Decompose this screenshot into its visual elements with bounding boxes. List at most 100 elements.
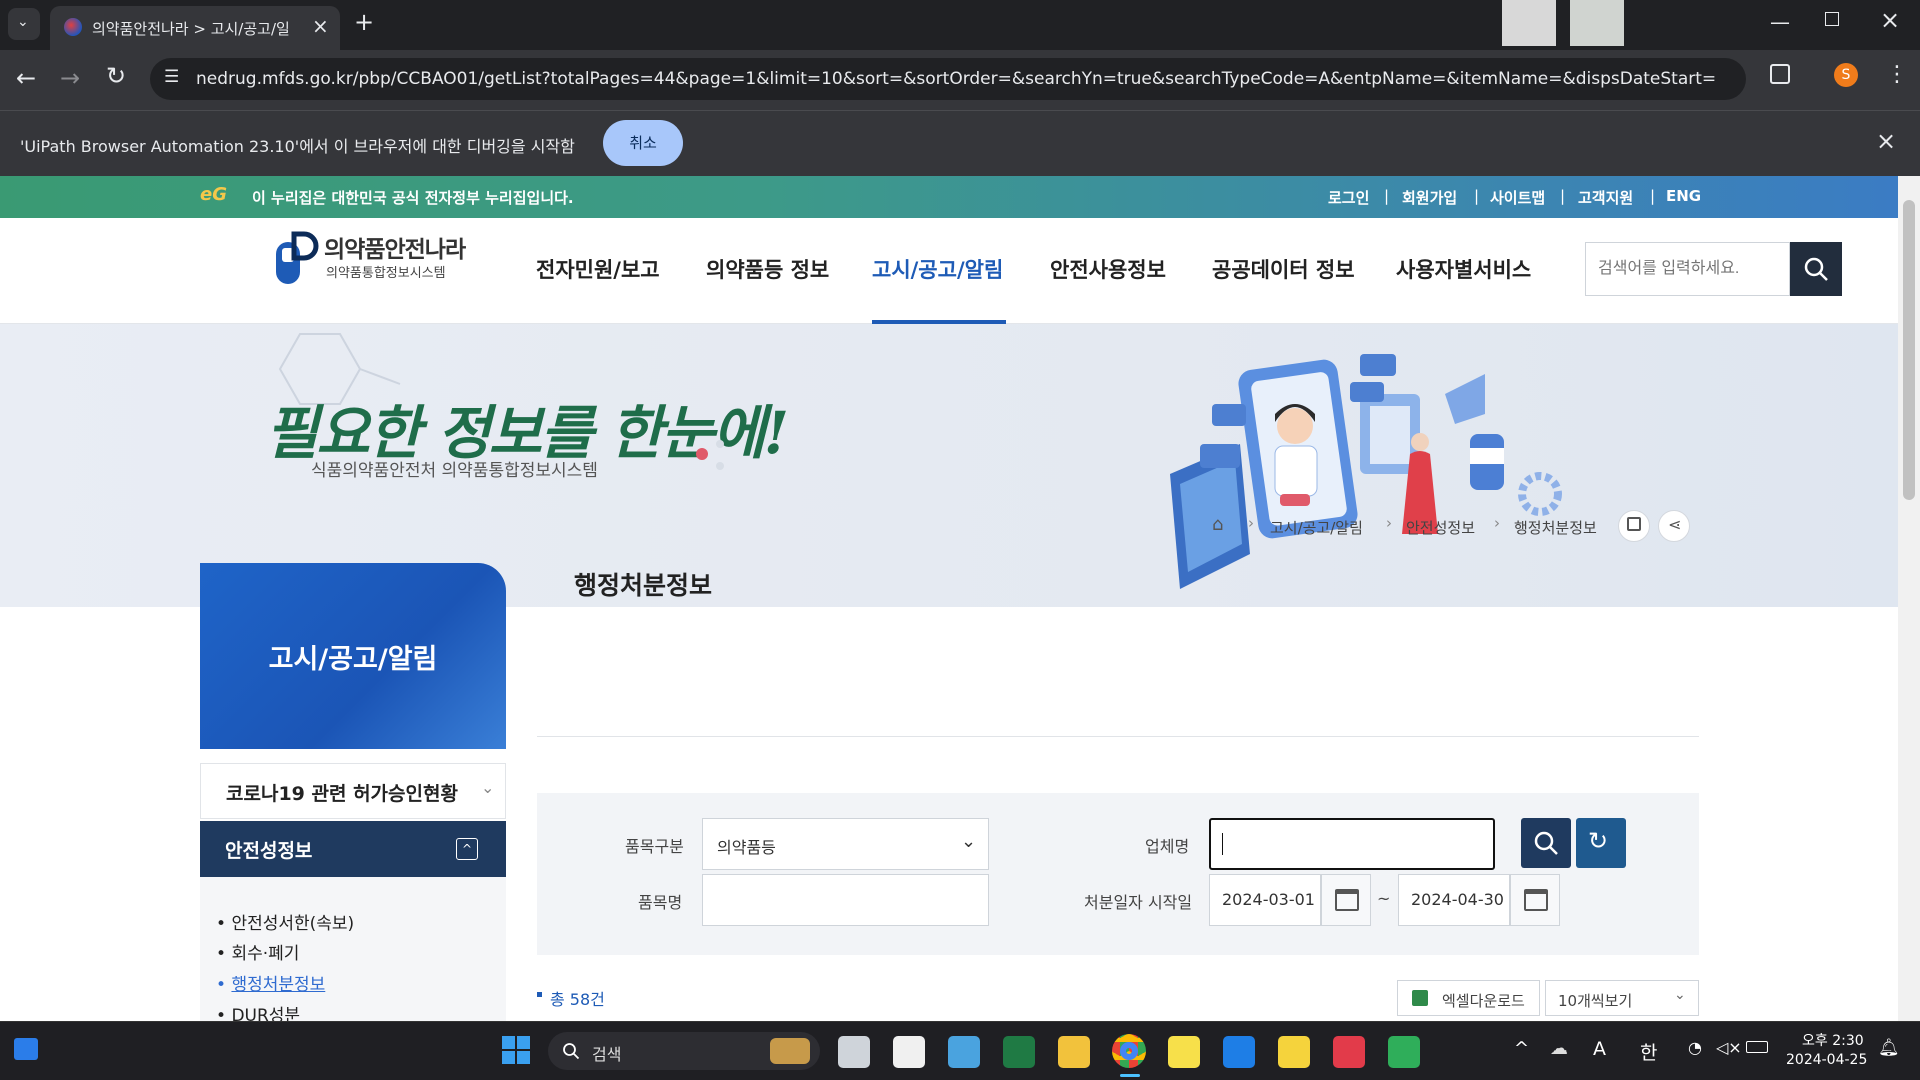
app-s-icon[interactable] bbox=[1223, 1036, 1255, 1068]
tray-overflow-icon[interactable]: ^ bbox=[1514, 1038, 1529, 1059]
banner-subtitle: 식품의약품안전처 의약품통합정보시스템 bbox=[311, 461, 598, 481]
bullet: • bbox=[216, 914, 232, 934]
extension-thumbnail-1[interactable] bbox=[1502, 0, 1556, 46]
login-link[interactable]: 로그인 bbox=[1328, 187, 1369, 208]
clock-date[interactable]: 2024-04-25 bbox=[1786, 1052, 1867, 1068]
restore-icon[interactable] bbox=[1825, 12, 1839, 26]
profile-avatar[interactable]: S bbox=[1834, 63, 1858, 87]
sidebar-item-covid[interactable]: 코로나19 관련 허가승인현황 ⌄ bbox=[200, 763, 506, 819]
breadcrumb-item[interactable]: 안전성정보 bbox=[1406, 517, 1475, 538]
site-info-icon[interactable]: ☰ bbox=[164, 67, 179, 87]
sidebar-item-safety[interactable]: 안전성정보 ^ bbox=[200, 821, 506, 877]
nav-user-service[interactable]: 사용자별서비스 bbox=[1396, 254, 1531, 284]
sidebar-subitem-dur[interactable]: • DUR성분 bbox=[216, 1001, 300, 1021]
nav-drug-info[interactable]: 의약품등 정보 bbox=[706, 254, 829, 284]
infobar-cancel-button[interactable]: 취소 bbox=[603, 120, 683, 166]
file-explorer-icon[interactable] bbox=[1058, 1036, 1090, 1068]
breadcrumb-item[interactable]: 행정처분정보 bbox=[1514, 517, 1597, 538]
minimize-icon[interactable]: — bbox=[1770, 10, 1790, 34]
item-type-select[interactable]: 의약품등 ⌄ bbox=[702, 818, 989, 870]
gov-divider: | bbox=[1474, 187, 1480, 205]
tab-search-button[interactable]: ⌄ bbox=[8, 8, 40, 40]
nav-notice[interactable]: 고시/공고/알림 bbox=[872, 254, 1003, 284]
kakaotalk-icon[interactable] bbox=[1168, 1036, 1200, 1068]
home-icon[interactable]: ⌂ bbox=[1212, 514, 1223, 535]
sidebar-subitem-recall-label: 회수·폐기 bbox=[231, 944, 300, 964]
sidebar-subitem-letter-label: 안전성서한(속보) bbox=[231, 914, 355, 934]
snipping-icon[interactable] bbox=[1333, 1036, 1365, 1068]
ime-mode-a[interactable]: A bbox=[1593, 1038, 1606, 1060]
back-icon[interactable]: ← bbox=[16, 64, 36, 92]
date-start-calendar-button[interactable] bbox=[1321, 874, 1371, 926]
active-app-indicator bbox=[1120, 1074, 1140, 1077]
nav-public-data[interactable]: 공공데이터 정보 bbox=[1212, 254, 1355, 284]
media-player-icon[interactable] bbox=[1388, 1036, 1420, 1068]
address-bar[interactable]: ☰ nedrug.mfds.go.kr/pbp/CCBAO01/getList?… bbox=[150, 58, 1746, 100]
sidebar-subitem-admin[interactable]: • 행정처분정보 bbox=[216, 970, 325, 995]
banner-illustration bbox=[1170, 354, 1562, 589]
reset-button[interactable]: ↻ bbox=[1576, 818, 1626, 868]
wifi-icon[interactable]: ◔ bbox=[1688, 1038, 1702, 1057]
sitemap-link[interactable]: 사이트맵 bbox=[1490, 187, 1545, 208]
clock-time[interactable]: 오후 2:30 bbox=[1802, 1030, 1864, 1050]
company-label: 업체명 bbox=[1145, 837, 1190, 856]
task-view-icon[interactable] bbox=[838, 1036, 870, 1068]
speaker-muted-icon[interactable]: ◁× bbox=[1716, 1038, 1742, 1057]
battery-icon[interactable] bbox=[1746, 1041, 1768, 1053]
sidebar-subitem-letter[interactable]: • 안전성서한(속보) bbox=[216, 909, 354, 934]
site-search-input[interactable] bbox=[1585, 242, 1790, 296]
dot-decoration bbox=[696, 440, 724, 470]
item-name-input[interactable] bbox=[702, 874, 989, 926]
menu-icon[interactable]: ⋮ bbox=[1886, 62, 1908, 87]
title-divider bbox=[537, 736, 1699, 737]
search-button[interactable] bbox=[1521, 818, 1571, 868]
chrome-icon[interactable] bbox=[1112, 1034, 1146, 1068]
close-window-icon[interactable]: × bbox=[1880, 6, 1900, 34]
support-link[interactable]: 고객지원 bbox=[1578, 187, 1633, 208]
ime-mode-han[interactable]: 한 bbox=[1640, 1038, 1657, 1065]
site-search-button[interactable] bbox=[1790, 242, 1842, 296]
notepad-icon[interactable] bbox=[948, 1036, 980, 1068]
store-icon[interactable] bbox=[893, 1036, 925, 1068]
excel-download-label: 엑셀다운로드 bbox=[1442, 992, 1525, 1010]
scrollbar-thumb[interactable] bbox=[1903, 200, 1915, 500]
page-size-select[interactable]: 10개씩보기 ⌄ bbox=[1545, 980, 1699, 1016]
share-button[interactable]: ⋖ bbox=[1658, 510, 1690, 542]
reload-icon[interactable]: ↻ bbox=[106, 62, 126, 90]
print-button[interactable] bbox=[1618, 510, 1650, 542]
date-start-label: 처분일자 시작일 bbox=[1084, 893, 1193, 912]
signup-link[interactable]: 회원가입 bbox=[1402, 187, 1457, 208]
breadcrumb-item[interactable]: 고시/공고/알림 bbox=[1270, 517, 1363, 538]
total-count: 총 58건 bbox=[550, 990, 605, 1009]
sticky-notes-icon[interactable] bbox=[1278, 1036, 1310, 1068]
tab-strip: ⌄ 의약품안전나라 > 고시/공고/일 × + — × bbox=[0, 0, 1920, 50]
taskbar-search[interactable]: 검색 bbox=[548, 1032, 820, 1070]
extensions-icon[interactable] bbox=[1770, 64, 1790, 84]
taskbar-search-label: 검색 bbox=[592, 1045, 622, 1064]
cloud-offline-icon[interactable]: ☁ bbox=[1550, 1038, 1568, 1059]
close-tab-icon[interactable]: × bbox=[312, 14, 329, 38]
windows-taskbar: 검색 ^ ☁ A 한 ◔ ◁× 오후 2:30 2024-04-25 🔔︎ bbox=[0, 1021, 1920, 1080]
start-button[interactable] bbox=[502, 1036, 530, 1064]
infobar-close-icon[interactable]: × bbox=[1876, 127, 1896, 155]
notification-bell-icon[interactable]: 🔔︎ bbox=[1878, 1038, 1900, 1058]
nav-epetition[interactable]: 전자민원/보고 bbox=[536, 254, 660, 284]
chevron-up-icon[interactable]: ^ bbox=[456, 838, 478, 860]
nav-safe-use[interactable]: 안전사용정보 bbox=[1050, 254, 1166, 284]
widgets-icon[interactable] bbox=[14, 1038, 38, 1060]
company-input[interactable] bbox=[1209, 818, 1495, 870]
bullet: • bbox=[216, 944, 232, 964]
date-start-input[interactable]: 2024-03-01 bbox=[1209, 874, 1321, 926]
site-logo[interactable]: 의약품안전나라 의약품통합정보시스템 bbox=[272, 228, 482, 288]
forward-icon[interactable]: → bbox=[60, 64, 80, 92]
browser-tab[interactable]: 의약품안전나라 > 고시/공고/일 × bbox=[50, 6, 340, 50]
date-end-input[interactable]: 2024-04-30 bbox=[1398, 874, 1510, 926]
excel-download-button[interactable]: 엑셀다운로드 bbox=[1397, 980, 1540, 1016]
new-tab-button[interactable]: + bbox=[354, 8, 374, 36]
date-end-calendar-button[interactable] bbox=[1510, 874, 1560, 926]
english-link[interactable]: ENG bbox=[1666, 187, 1701, 205]
sidebar-subitem-recall[interactable]: • 회수·폐기 bbox=[216, 939, 299, 964]
excel-icon[interactable] bbox=[1003, 1036, 1035, 1068]
extension-thumbnail-2[interactable] bbox=[1570, 0, 1624, 46]
share-icon: ⋖ bbox=[1668, 515, 1682, 534]
